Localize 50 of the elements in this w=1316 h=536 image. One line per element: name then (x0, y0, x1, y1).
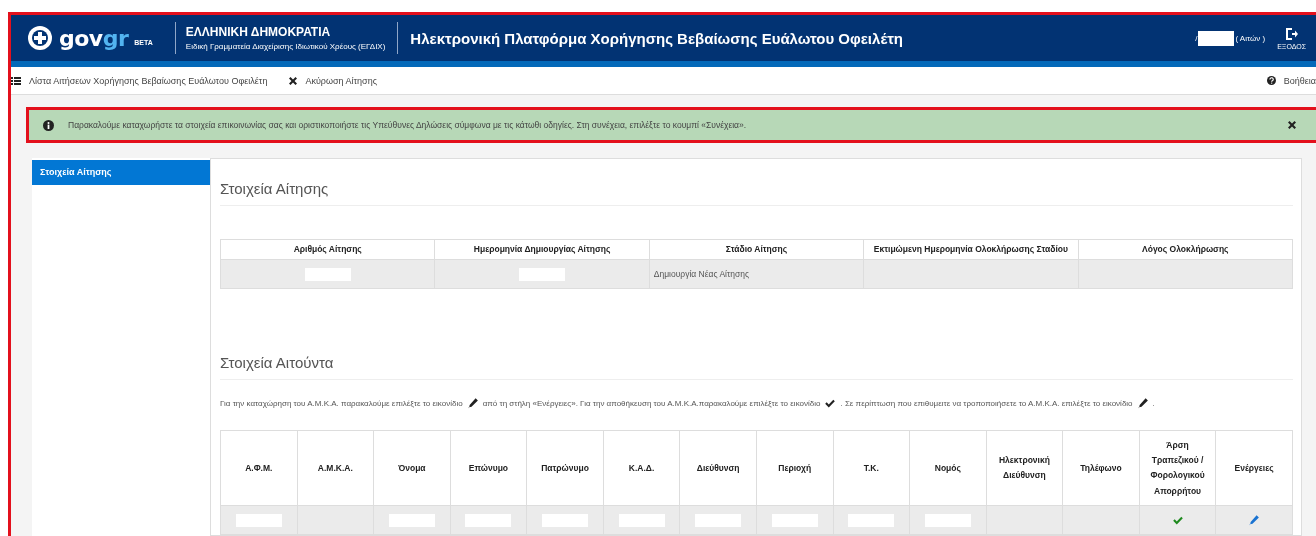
alert-message: Παρακαλούμε καταχωρήστε τα στοιχεία επικοινωνίας σας και οριστικοποιήστε τις Υπεύθυνες Δηλώσεις σύμφωνα με τις κάτωθι οδηγίες. Στη συνέχεια, επιλέξτε το κουμπί «Συνέχεια». (68, 120, 748, 130)
column-header: Άρση Τραπεζικού / Φορολογικού Απορρήτου (1139, 430, 1216, 506)
column-header: Στάδιο Αίτησης (649, 239, 864, 260)
instruction-text: . Σε περίπτωση που επιθυμειτε να τροποποιήσετε το Α.Μ.Κ.Α. επιλέξτε το εικονίδιο (840, 398, 1133, 408)
emblem-icon (27, 25, 53, 51)
column-header: Α.Φ.Μ. (220, 430, 298, 506)
sidebar-item[interactable]: Στοιχεία Αίτησης (32, 160, 210, 185)
help-link[interactable]: Βοήθεια (1266, 75, 1316, 86)
column-header: Πατρώνυμο (526, 430, 604, 506)
column-header: Εκτιμώμενη Ημερομηνία Ολοκλήρωσης Σταδίου (863, 239, 1079, 260)
instruction-text: από τη στήλη «Ενέργειες». Για την αποθήκευση του Α.Μ.Κ.Α.παρακαλούμε επιλέξτε το εικονίδιο (482, 398, 821, 408)
user-separator: / (1195, 33, 1198, 43)
help-icon (1266, 76, 1276, 85)
section-title: Στοιχεία Αιτούντα (220, 333, 1293, 381)
column-header: Νομός (909, 430, 987, 506)
column-header: Τ.Κ. (833, 430, 910, 506)
column-header: Τηλέφωνο (1062, 430, 1140, 506)
nav-link[interactable]: Λίστα Αιτήσεων Χορήγησης Βεβαίωσης Ευάλωτου Οφειλέτη (11, 75, 268, 86)
instruction-text: . (1152, 398, 1155, 408)
organization-unit: Ειδική Γραμματεία Διαχείρισης Ιδιωτικού Χρέους (ΕΓΔΙΧ) (185, 42, 386, 51)
close-icon (289, 76, 298, 85)
table-cell: Δημιουργία Νέας Αίτησης (649, 259, 864, 289)
organization-name: ΕΛΛΗΝΙΚΗ ΔΗΜΟΚΡΑΤΙΑ (185, 25, 332, 39)
logo-text: govgr (59, 25, 129, 51)
column-header: Διεύθυνση (679, 430, 757, 506)
section-title: Στοιχεία Αίτησης (220, 159, 1293, 206)
edit-icon[interactable] (1248, 514, 1261, 527)
column-header: Ημερομηνία Δημιουργίας Αίτησης (434, 239, 650, 260)
column-header: Λόγος Ολοκλήρωσης (1078, 239, 1293, 260)
list-icon (11, 76, 21, 85)
column-header: Κ.Α.Δ. (603, 430, 680, 506)
nav-link[interactable]: Ακύρωση Αίτησης (289, 75, 377, 86)
platform-title: Ηλεκτρονική Πλατφόρμα Χορήγησης Βεβαίωσης Ευάλωτου Οφειλέτη (409, 29, 904, 47)
column-header: Επώνυμο (450, 430, 527, 506)
column-header: Ενέργειες (1215, 430, 1293, 506)
check-icon (1171, 514, 1184, 526)
pencil-icon (1136, 397, 1149, 410)
instruction-text: Για την καταχώρηση του Α.Μ.Κ.Α. παρακαλούμε επιλέξτε το εικονίδιο (220, 398, 463, 408)
column-header: Α.Μ.Κ.Α. (297, 430, 374, 506)
column-header: Περιοχή (756, 430, 833, 506)
info-icon (43, 119, 54, 131)
close-icon (1288, 121, 1296, 129)
column-header: Όνομα (373, 430, 451, 506)
close-button[interactable] (1288, 121, 1296, 129)
pencil-icon (466, 397, 479, 410)
exit-icon (1285, 26, 1299, 41)
user-role: ( Αιτών ) (1235, 33, 1266, 43)
check-icon (824, 397, 837, 409)
column-header: Ηλεκτρονική Διεύθυνση (986, 430, 1063, 506)
column-header: Αριθμός Αίτησης (220, 239, 435, 260)
